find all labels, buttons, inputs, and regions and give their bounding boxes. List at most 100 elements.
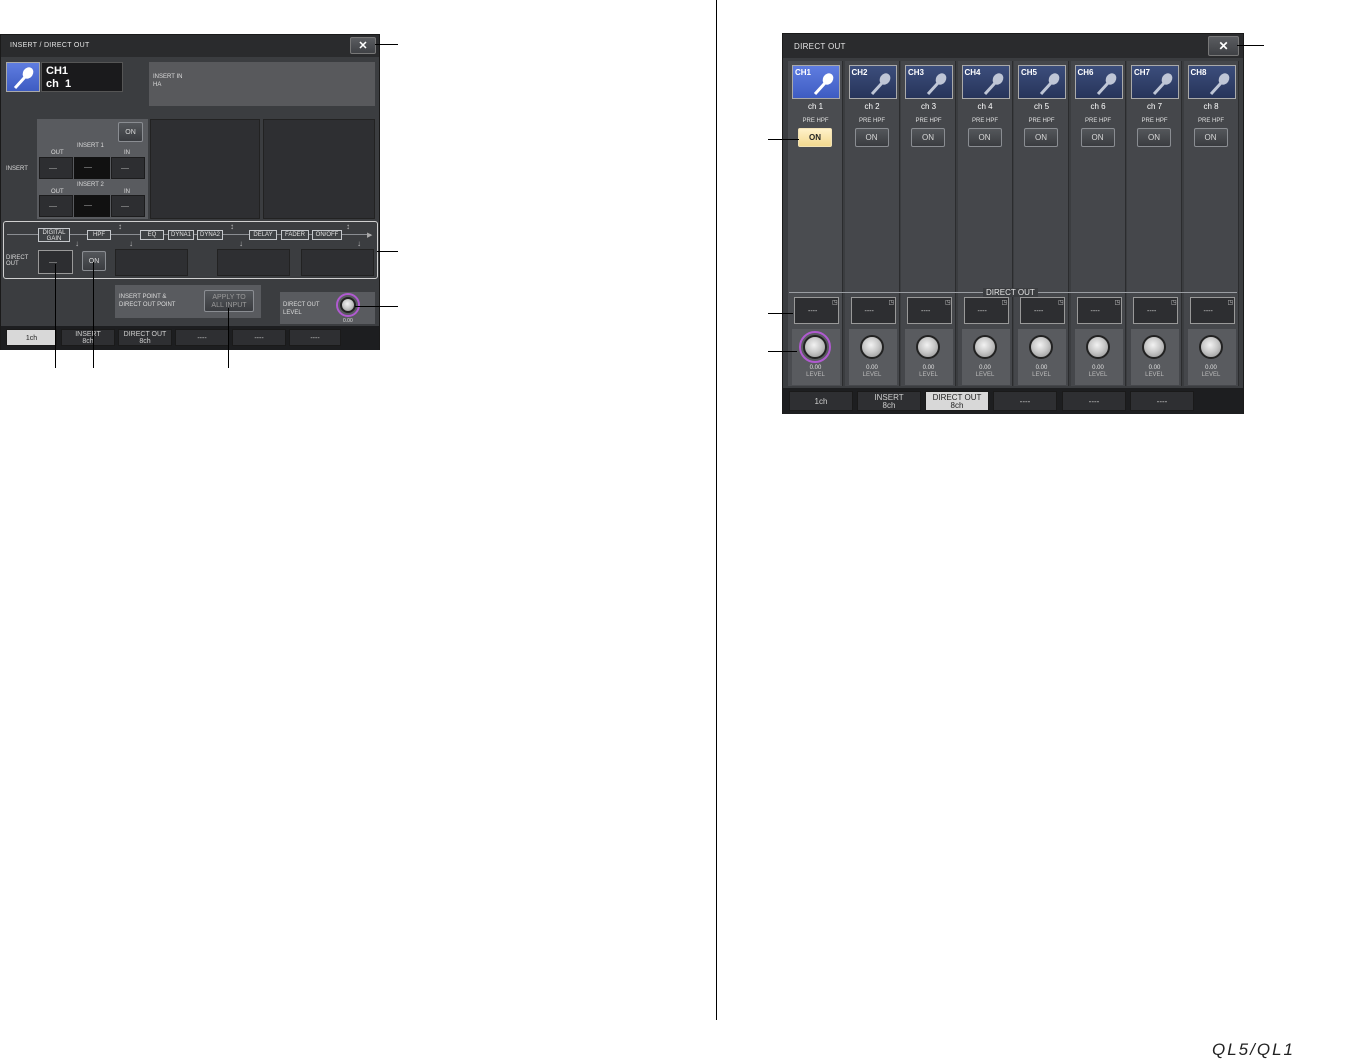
direct-out-port-button[interactable]: ---- ◳ bbox=[794, 297, 839, 324]
direct-out-on-button[interactable]: ON bbox=[82, 251, 106, 271]
pre-hpf-label: PRE HPF bbox=[858, 118, 885, 124]
channel-strip: CH8 ch 8 PRE HPF ON ---- ◳ 0.00 LEVEL bbox=[1183, 61, 1239, 386]
insert1-in-value: ---- bbox=[121, 166, 129, 172]
insert1-mid-port[interactable]: ---- bbox=[74, 157, 110, 179]
pre-hpf-label: PRE HPF bbox=[802, 118, 829, 124]
channel-select-button[interactable]: CH7 bbox=[1131, 65, 1179, 99]
level-label: LEVEL bbox=[919, 372, 938, 378]
level-knob[interactable] bbox=[859, 335, 884, 359]
channel-select-button[interactable]: CH1 bbox=[792, 65, 840, 99]
channel-id: CH1 bbox=[46, 65, 69, 77]
flow-digital-gain[interactable]: DIGITAL GAIN bbox=[38, 228, 70, 242]
level-knob[interactable] bbox=[916, 335, 940, 359]
insert1-label: INSERT 1 bbox=[77, 143, 104, 149]
channel-select-button[interactable]: CH8 bbox=[1187, 65, 1236, 99]
flow-dyna1[interactable]: DYNA1 bbox=[168, 230, 194, 240]
direct-out-level-knob[interactable] bbox=[340, 297, 356, 313]
close-button[interactable]: ✕ bbox=[350, 37, 376, 54]
tab-direct-out-8ch[interactable]: DIRECT OUT 8ch bbox=[925, 391, 989, 411]
pre-hpf-on-label: ON bbox=[809, 133, 821, 142]
tab-empty-3[interactable]: ---- bbox=[289, 329, 341, 346]
flow-delay[interactable]: DELAY bbox=[249, 230, 277, 240]
level-knob[interactable] bbox=[1198, 335, 1223, 359]
flow-dyna2[interactable]: DYNA2 bbox=[197, 230, 223, 240]
pre-hpf-on-button[interactable]: ON bbox=[1193, 128, 1228, 147]
tab-empty-1[interactable]: ---- bbox=[993, 391, 1057, 411]
level-knob[interactable] bbox=[1085, 335, 1110, 359]
direct-out-port-button[interactable]: ---- ◳ bbox=[1020, 297, 1065, 324]
flow-eq[interactable]: EQ bbox=[140, 230, 164, 240]
level-knob[interactable] bbox=[972, 335, 997, 359]
point-label-line1: INSERT POINT & bbox=[119, 294, 167, 300]
channel-strip: CH6 ch 6 PRE HPF ON ---- ◳ 0.00 LEVEL bbox=[1070, 61, 1126, 386]
channel-select-button[interactable]: CH2 bbox=[848, 65, 897, 99]
level-label: LEVEL bbox=[806, 372, 825, 378]
channel-name: ch 4 bbox=[977, 102, 993, 111]
insert-on-button[interactable]: ON bbox=[118, 122, 143, 142]
level-knob[interactable] bbox=[803, 335, 827, 359]
tab-insert-8ch[interactable]: INSERT 8ch bbox=[61, 329, 115, 346]
flow-hpf[interactable]: HPF bbox=[87, 230, 111, 240]
pre-hpf-on-button[interactable]: ON bbox=[911, 128, 945, 147]
insert2-out-port[interactable]: ---- bbox=[39, 195, 73, 217]
pre-hpf-on-button[interactable]: ON bbox=[854, 128, 889, 147]
flow-on-off[interactable]: ON/OFF bbox=[312, 230, 342, 240]
channel-select-button[interactable]: CH4 bbox=[961, 65, 1010, 99]
direct-out-port-value: ---- bbox=[921, 308, 931, 315]
pre-hpf-on-button[interactable]: ON bbox=[1024, 128, 1058, 147]
tab-1ch[interactable]: 1ch bbox=[789, 391, 853, 411]
level-knob[interactable] bbox=[1029, 335, 1053, 359]
channel-select-button[interactable]: CH3 bbox=[905, 65, 953, 99]
channel-select-button[interactable]: CH5 bbox=[1018, 65, 1066, 99]
direct-out-port-value: ---- bbox=[1034, 308, 1044, 315]
popup-icon: ◳ bbox=[1058, 300, 1064, 306]
tab-insert-8ch[interactable]: INSERT 8ch bbox=[857, 391, 921, 411]
tab-direct-out-label: DIRECT OUT bbox=[123, 331, 167, 338]
channel-name-display[interactable]: CH1 ch 1 bbox=[41, 62, 123, 92]
pre-hpf-on-button[interactable]: ON bbox=[1137, 128, 1171, 147]
insert2-mid-port[interactable]: ---- bbox=[74, 195, 110, 217]
flow-arrow-icon: ▶ bbox=[367, 232, 373, 239]
insert1-in-port[interactable]: ---- bbox=[111, 157, 145, 179]
popup-icon: ◳ bbox=[888, 300, 895, 306]
direct-out-port-value: ---- bbox=[1203, 308, 1213, 315]
tab-empty-3[interactable]: ---- bbox=[1130, 391, 1194, 411]
direct-out-port-button[interactable]: ---- ◳ bbox=[1133, 297, 1178, 324]
direct-out-port-button[interactable]: ---- ◳ bbox=[1189, 297, 1235, 324]
flow-up-arrow-icon: ↕ bbox=[230, 222, 234, 231]
tab-empty-1[interactable]: ---- bbox=[175, 329, 229, 346]
tab-direct-out-8ch[interactable]: DIRECT OUT 8ch bbox=[118, 329, 172, 346]
insert1-out-port[interactable]: ---- bbox=[39, 157, 73, 179]
tab-empty-2[interactable]: ---- bbox=[232, 329, 286, 346]
product-logo: QL5/QL1 bbox=[1212, 1040, 1295, 1059]
pre-hpf-on-button[interactable]: ON bbox=[967, 128, 1002, 147]
insert1-out-value: ---- bbox=[49, 166, 57, 172]
direct-out-port-button[interactable]: ---- ◳ bbox=[1076, 297, 1122, 324]
flow-dyna1-label: DYNA1 bbox=[170, 232, 191, 238]
level-label: LEVEL bbox=[1088, 372, 1108, 378]
insert2-in-port[interactable]: ---- bbox=[111, 195, 145, 217]
level-knob[interactable] bbox=[1142, 335, 1166, 359]
direct-out-level-value: 0.00 bbox=[343, 318, 353, 324]
flow-down-arrow-icon: ↓ bbox=[239, 239, 243, 248]
close-button[interactable]: ✕ bbox=[1208, 36, 1239, 56]
apply-to-all-input-button[interactable]: APPLY TO ALL INPUT bbox=[204, 290, 254, 312]
direct-out-port-button[interactable]: ---- ◳ bbox=[850, 297, 896, 324]
tab-empty-3-label: ---- bbox=[310, 335, 320, 342]
direct-out-port-button[interactable]: ---- ◳ bbox=[907, 297, 952, 324]
tab-empty-2[interactable]: ---- bbox=[1062, 391, 1126, 411]
direct-out-port-button[interactable]: ---- ◳ bbox=[963, 297, 1009, 324]
popup-icon: ◳ bbox=[1171, 300, 1177, 306]
channel-select-button[interactable]: CH6 bbox=[1074, 65, 1123, 99]
flow-up-arrow-icon: ↕ bbox=[118, 222, 122, 231]
callout-line bbox=[228, 308, 229, 368]
channel-icon-button[interactable] bbox=[6, 62, 40, 92]
insert1-mid-value: ---- bbox=[84, 165, 92, 171]
microphone-icon bbox=[13, 67, 34, 90]
pre-hpf-on-button[interactable]: ON bbox=[798, 128, 832, 147]
flow-fader[interactable]: FADER bbox=[281, 230, 309, 240]
callout-line bbox=[1237, 45, 1264, 46]
pre-hpf-on-button[interactable]: ON bbox=[1080, 128, 1115, 147]
level-label: LEVEL bbox=[1201, 372, 1221, 378]
tab-1ch[interactable]: 1ch bbox=[6, 329, 57, 346]
